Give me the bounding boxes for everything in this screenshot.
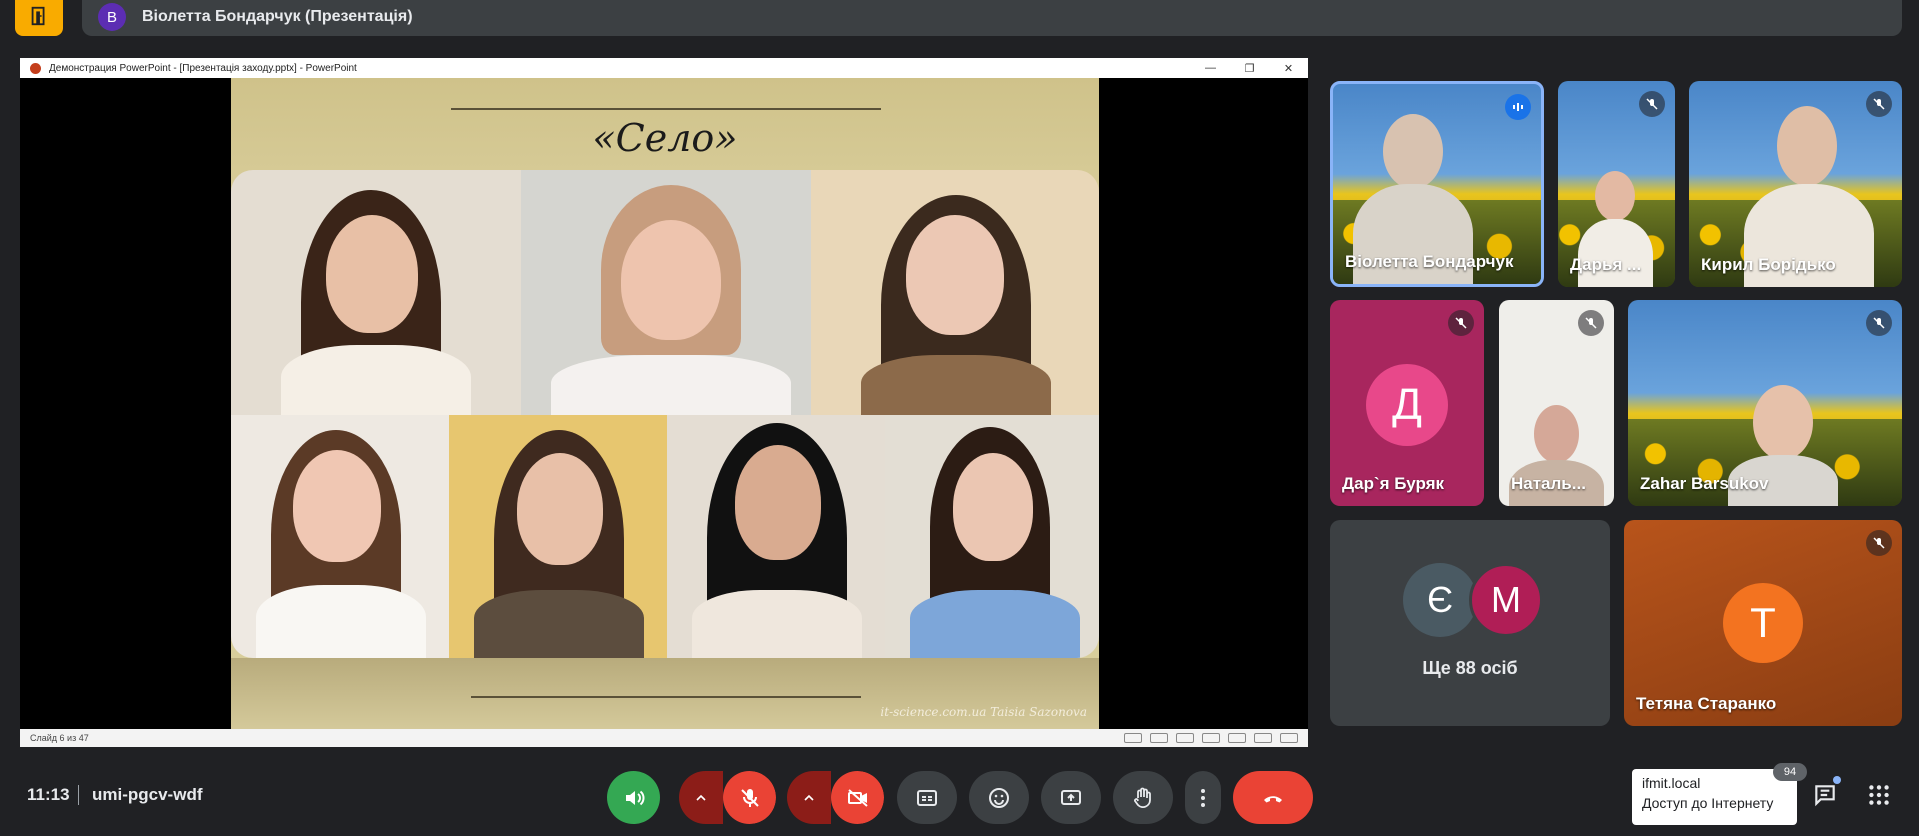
tooltip-network-status: Доступ до Інтернету xyxy=(1642,795,1774,811)
participant-tile[interactable]: Віолетта Бондарчук xyxy=(1330,81,1544,287)
participant-tile[interactable]: Дарья ... xyxy=(1558,81,1675,287)
normal-view-icon[interactable] xyxy=(1202,733,1220,743)
chevron-up-icon xyxy=(696,794,706,801)
raise-hand-button[interactable] xyxy=(1113,771,1173,824)
meeting-code: umi-pgcv-wdf xyxy=(92,785,203,804)
more-options-button[interactable] xyxy=(1185,771,1221,824)
meet-logo-icon[interactable] xyxy=(15,0,63,36)
more-participants-tile[interactable]: Є М Ще 88 осіб xyxy=(1330,520,1610,726)
participant-name: Віолетта Бондарчук xyxy=(1345,252,1514,271)
mic-off-icon xyxy=(1578,310,1604,336)
participant-avatar: М xyxy=(1469,563,1543,637)
slide-flourish-top xyxy=(451,108,881,110)
slide-video-collage xyxy=(231,170,1099,658)
mic-off-icon xyxy=(740,788,759,807)
mic-control-group[interactable] xyxy=(679,771,776,824)
slide-flourish-bottom xyxy=(471,696,861,698)
collage-tile xyxy=(231,170,521,425)
presentation-statusbar: Слайд 6 из 47 xyxy=(20,729,1308,747)
sorter-view-icon[interactable] xyxy=(1228,733,1246,743)
participant-avatar: Д xyxy=(1366,364,1448,446)
next-slide-icon[interactable] xyxy=(1176,733,1194,743)
mic-off-icon xyxy=(1866,91,1892,117)
slide-credit: it-science.com.ua Taisia Sazonova xyxy=(880,705,1087,719)
divider xyxy=(78,785,79,805)
collage-tile xyxy=(667,415,885,658)
activities-button[interactable] xyxy=(1866,782,1892,813)
participant-tile[interactable]: Кирил Борідько xyxy=(1689,81,1902,287)
slideshow-view-icon[interactable] xyxy=(1280,733,1298,743)
collage-tile xyxy=(449,415,667,658)
captions-icon xyxy=(917,789,937,806)
apps-grid-icon xyxy=(1869,785,1889,805)
present-button[interactable] xyxy=(1041,771,1101,824)
more-participants-label: Ще 88 осіб xyxy=(1422,658,1518,678)
mic-off-icon xyxy=(1866,310,1892,336)
participant-name: Zahar Barsukov xyxy=(1640,474,1769,493)
mic-off-icon xyxy=(1866,530,1892,556)
slide-footer-area: it-science.com.ua Taisia Sazonova xyxy=(231,658,1099,729)
presentation-window[interactable]: Демонстрация PowerPoint - [Презентація з… xyxy=(20,58,1308,747)
participant-name: Дарья ... xyxy=(1570,255,1642,274)
participant-name: Дар`я Буряк xyxy=(1342,474,1445,493)
participant-name: Наталь... xyxy=(1511,474,1586,493)
camera-toggle-button[interactable] xyxy=(831,771,884,824)
clock: 11:13 xyxy=(27,785,70,804)
chat-count-badge: 94 xyxy=(1773,763,1807,781)
hand-icon xyxy=(1134,787,1151,808)
mic-toggle-button[interactable] xyxy=(723,771,776,824)
reading-view-icon[interactable] xyxy=(1254,733,1272,743)
collage-tile xyxy=(885,415,1099,658)
presentation-titlebar: Демонстрация PowerPoint - [Презентація з… xyxy=(20,58,1308,78)
restore-button[interactable]: ❐ xyxy=(1230,62,1269,75)
audio-output-button[interactable] xyxy=(607,771,660,824)
door-icon xyxy=(31,6,45,26)
collage-tile xyxy=(231,415,449,658)
chat-button[interactable] xyxy=(1812,782,1838,813)
participant-tile[interactable]: Д Дар`я Буряк xyxy=(1330,300,1484,506)
window-title: Демонстрация PowerPoint - [Презентація з… xyxy=(49,62,357,74)
chevron-up-icon xyxy=(804,794,814,801)
presenter-chip[interactable]: В Віолетта Бондарчук (Презентація) xyxy=(82,0,1902,36)
participant-tile[interactable]: Zahar Barsukov xyxy=(1628,300,1902,506)
participant-avatar: Є xyxy=(1403,563,1477,637)
mic-off-icon xyxy=(1639,91,1665,117)
chat-notification-dot xyxy=(1833,776,1841,784)
slide-counter: Слайд 6 из 47 xyxy=(30,733,89,743)
emoji-button[interactable] xyxy=(969,771,1029,824)
hang-up-icon xyxy=(1264,795,1282,802)
camera-off-icon xyxy=(847,788,868,807)
participant-tile[interactable]: Т Тетяна Старанко xyxy=(1624,520,1902,726)
mic-off-icon xyxy=(1448,310,1474,336)
leave-call-button[interactable] xyxy=(1233,771,1313,824)
slide-menu-icon[interactable] xyxy=(1150,733,1168,743)
collage-tile xyxy=(521,170,811,425)
tooltip-network-name: ifmit.local xyxy=(1642,775,1701,791)
emoji-icon xyxy=(989,787,1009,808)
slide-title: «Село» xyxy=(592,116,738,160)
more-vert-icon xyxy=(1201,788,1205,807)
chat-icon xyxy=(1815,785,1835,807)
minimize-button[interactable]: — xyxy=(1191,62,1230,75)
participant-avatar: Т xyxy=(1723,583,1803,663)
camera-options-button[interactable] xyxy=(787,771,831,824)
close-button[interactable]: ✕ xyxy=(1269,62,1308,75)
network-tooltip: ifmit.local Доступ до Інтернету xyxy=(1632,769,1797,825)
mic-options-button[interactable] xyxy=(679,771,723,824)
captions-button[interactable] xyxy=(897,771,957,824)
powerpoint-icon xyxy=(30,62,41,74)
slide: «Село» it-science.com.ua Taisia Sazonova xyxy=(231,78,1099,729)
participant-name: Кирил Борідько xyxy=(1701,255,1836,274)
present-screen-icon xyxy=(1061,789,1081,805)
presenter-label: Віолетта Бондарчук (Презентація) xyxy=(142,8,413,25)
camera-control-group[interactable] xyxy=(787,771,884,824)
speaking-indicator-icon xyxy=(1505,94,1531,120)
participant-tile[interactable]: Наталь... xyxy=(1499,300,1614,506)
prev-slide-icon[interactable] xyxy=(1124,733,1142,743)
presenter-avatar: В xyxy=(98,3,126,31)
participant-name: Тетяна Старанко xyxy=(1636,694,1777,713)
collage-tile xyxy=(811,170,1099,425)
speaker-icon xyxy=(625,790,644,805)
